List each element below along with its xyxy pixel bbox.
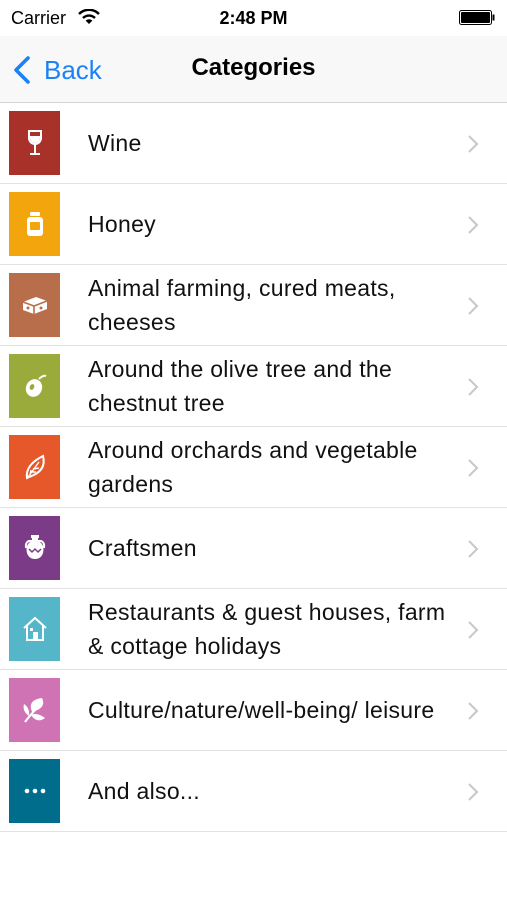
category-label: Wine xyxy=(88,130,142,156)
category-tile xyxy=(9,435,60,499)
chevron-right-icon xyxy=(468,216,479,234)
chevron-right-icon xyxy=(468,621,479,639)
category-tile xyxy=(9,192,60,256)
chevron-right-icon xyxy=(468,702,479,720)
category-row-olive-chestnut[interactable]: Around the olive tree and the chestnut t… xyxy=(0,346,507,427)
category-tile xyxy=(9,516,60,580)
category-list: Wine Honey Animal farming, cured meats, … xyxy=(0,103,507,832)
category-row-honey[interactable]: Honey xyxy=(0,184,507,265)
plant-icon xyxy=(23,698,45,723)
category-row-restaurants[interactable]: Restaurants & guest houses, farm & cotta… xyxy=(0,589,507,670)
chevron-right-icon xyxy=(468,540,479,558)
category-tile xyxy=(9,759,60,823)
chevron-right-icon xyxy=(468,135,479,153)
cheese-icon xyxy=(22,297,47,314)
category-label: Restaurants & guest houses, farm & cotta… xyxy=(88,599,446,659)
chevron-right-icon xyxy=(468,378,479,396)
olive-icon xyxy=(25,374,46,397)
category-label: Around the olive tree and the chestnut t… xyxy=(88,356,393,416)
more-dots-icon xyxy=(24,788,45,794)
chevron-right-icon xyxy=(468,783,479,801)
category-row-orchards[interactable]: Around orchards and vegetable gardens xyxy=(0,427,507,508)
category-label: Culture/nature/well-being/ leisure xyxy=(88,697,435,723)
wine-glass-icon xyxy=(27,130,42,155)
status-bar: Carrier 2:48 PM xyxy=(0,0,507,36)
page-title: Categories xyxy=(191,54,316,81)
category-tile xyxy=(9,678,60,742)
status-time: 2:48 PM xyxy=(219,8,288,28)
category-label: Around orchards and vegetable gardens xyxy=(88,437,418,497)
navigation-bar: Back Categories xyxy=(0,36,507,103)
honey-jar-icon xyxy=(26,212,43,236)
category-row-and-also[interactable]: And also... xyxy=(0,751,507,832)
leaf-icon xyxy=(25,454,45,480)
chevron-right-icon xyxy=(468,297,479,315)
category-label: Honey xyxy=(88,211,156,237)
category-tile xyxy=(9,354,60,418)
category-row-wine[interactable]: Wine xyxy=(0,103,507,184)
category-label: Craftsmen xyxy=(88,535,197,561)
category-tile xyxy=(9,273,60,337)
category-row-culture-nature[interactable]: Culture/nature/well-being/ leisure xyxy=(0,670,507,751)
house-icon xyxy=(22,616,47,641)
category-tile xyxy=(9,111,60,175)
category-tile xyxy=(9,597,60,661)
battery-icon xyxy=(459,10,495,25)
chevron-right-icon xyxy=(468,459,479,477)
amphora-icon xyxy=(24,535,45,559)
category-label: And also... xyxy=(88,778,200,804)
category-row-animal-farming[interactable]: Animal farming, cured meats, cheeses xyxy=(0,265,507,346)
category-row-craftsmen[interactable]: Craftsmen xyxy=(0,508,507,589)
category-label: Animal farming, cured meats, cheeses xyxy=(88,275,396,335)
